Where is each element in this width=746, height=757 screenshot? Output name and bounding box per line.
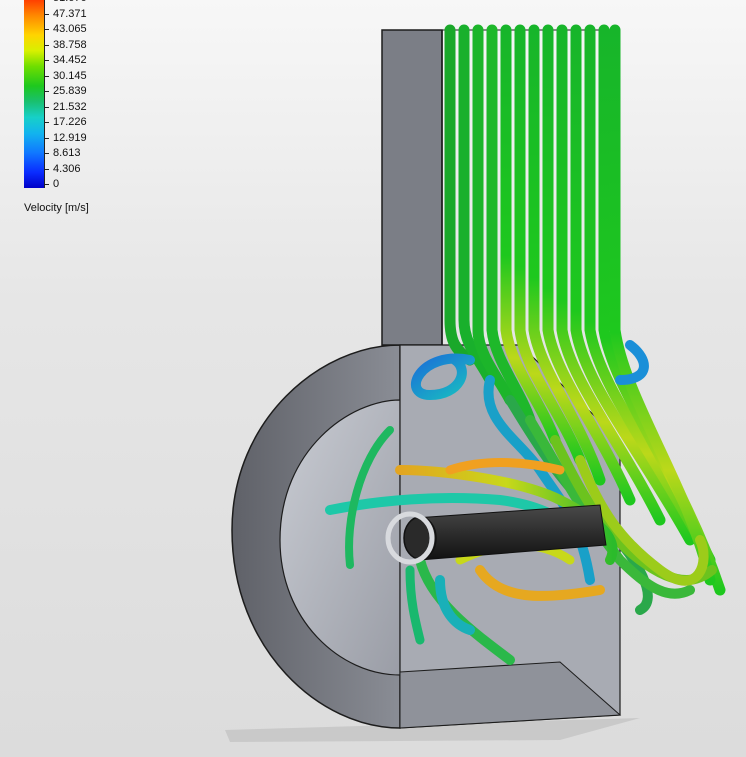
fan-housing-model [225, 24, 726, 742]
outlet-duct-side [381, 29, 443, 346]
